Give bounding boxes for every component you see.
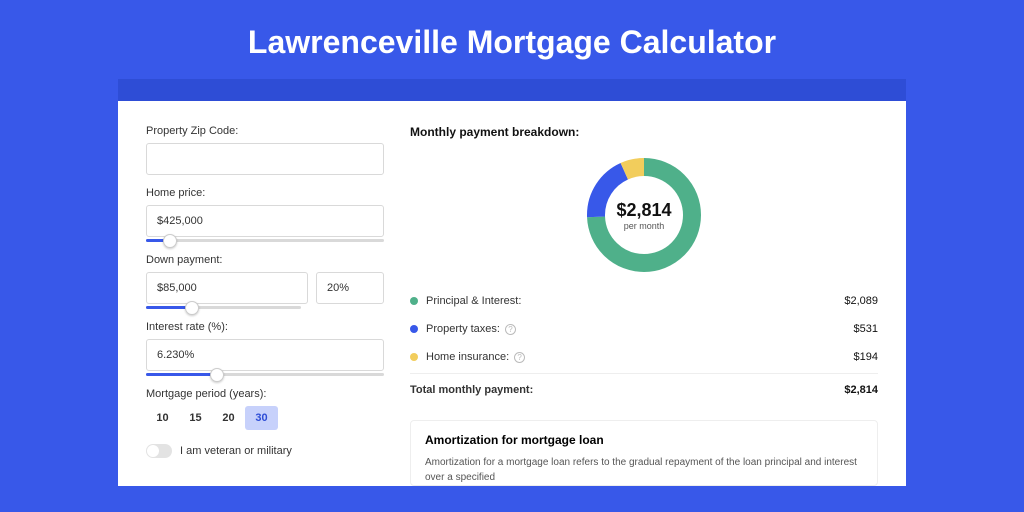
legend-value: $2,089 (844, 295, 878, 307)
veteran-toggle[interactable] (146, 444, 172, 458)
legend-dot (410, 353, 418, 361)
donut-chart-wrap: $2,814 per month (410, 149, 878, 287)
interest-rate-field: Interest rate (%): (146, 321, 384, 376)
info-icon[interactable]: ? (505, 324, 516, 335)
breakdown-title: Monthly payment breakdown: (410, 125, 878, 139)
interest-rate-slider[interactable] (146, 373, 384, 376)
home-price-input[interactable] (146, 205, 384, 237)
page-title: Lawrenceville Mortgage Calculator (0, 0, 1024, 79)
veteran-label: I am veteran or military (180, 445, 292, 457)
down-payment-label: Down payment: (146, 254, 384, 266)
slider-thumb[interactable] (185, 301, 199, 315)
total-label: Total monthly payment: (410, 384, 533, 396)
down-payment-input[interactable] (146, 272, 308, 304)
legend-value: $194 (854, 351, 878, 363)
period-option-15[interactable]: 15 (179, 406, 212, 430)
period-option-30[interactable]: 30 (245, 406, 278, 430)
donut-center-amount: $2,814 (616, 200, 671, 221)
home-price-slider[interactable] (146, 239, 384, 242)
mortgage-period-field: Mortgage period (years): 10152030 (146, 388, 384, 430)
amortization-title: Amortization for mortgage loan (425, 433, 863, 447)
slider-thumb[interactable] (210, 368, 224, 382)
legend-row: Principal & Interest: $2,089 (410, 287, 878, 315)
zip-field: Property Zip Code: (146, 125, 384, 175)
total-row: Total monthly payment: $2,814 (410, 373, 878, 404)
legend-dot (410, 297, 418, 305)
legend-dot (410, 325, 418, 333)
mortgage-period-label: Mortgage period (years): (146, 388, 384, 400)
legend-label: Home insurance: (426, 351, 509, 363)
amortization-box: Amortization for mortgage loan Amortizat… (410, 420, 878, 486)
donut-center-sub: per month (624, 221, 665, 231)
header-accent-band (118, 79, 906, 101)
legend-row: Home insurance:? $194 (410, 343, 878, 371)
interest-rate-input[interactable] (146, 339, 384, 371)
inputs-column: Property Zip Code: Home price: Down paym… (146, 125, 384, 486)
legend-row: Property taxes:? $531 (410, 315, 878, 343)
legend-label: Property taxes: (426, 323, 500, 335)
zip-input[interactable] (146, 143, 384, 175)
interest-rate-label: Interest rate (%): (146, 321, 384, 333)
down-payment-field: Down payment: (146, 254, 384, 309)
donut-chart: $2,814 per month (582, 153, 706, 277)
down-payment-slider[interactable] (146, 306, 301, 309)
home-price-field: Home price: (146, 187, 384, 242)
total-value: $2,814 (844, 384, 878, 396)
home-price-label: Home price: (146, 187, 384, 199)
info-icon[interactable]: ? (514, 352, 525, 363)
period-option-20[interactable]: 20 (212, 406, 245, 430)
breakdown-column: Monthly payment breakdown: $2,814 per mo… (410, 125, 878, 486)
amortization-text: Amortization for a mortgage loan refers … (425, 455, 863, 485)
period-option-10[interactable]: 10 (146, 406, 179, 430)
calculator-panel: Property Zip Code: Home price: Down paym… (118, 101, 906, 486)
veteran-toggle-row: I am veteran or military (146, 444, 384, 458)
legend-label: Principal & Interest: (426, 295, 521, 307)
slider-thumb[interactable] (163, 234, 177, 248)
legend-value: $531 (854, 323, 878, 335)
zip-label: Property Zip Code: (146, 125, 384, 137)
down-payment-pct-input[interactable] (316, 272, 384, 304)
